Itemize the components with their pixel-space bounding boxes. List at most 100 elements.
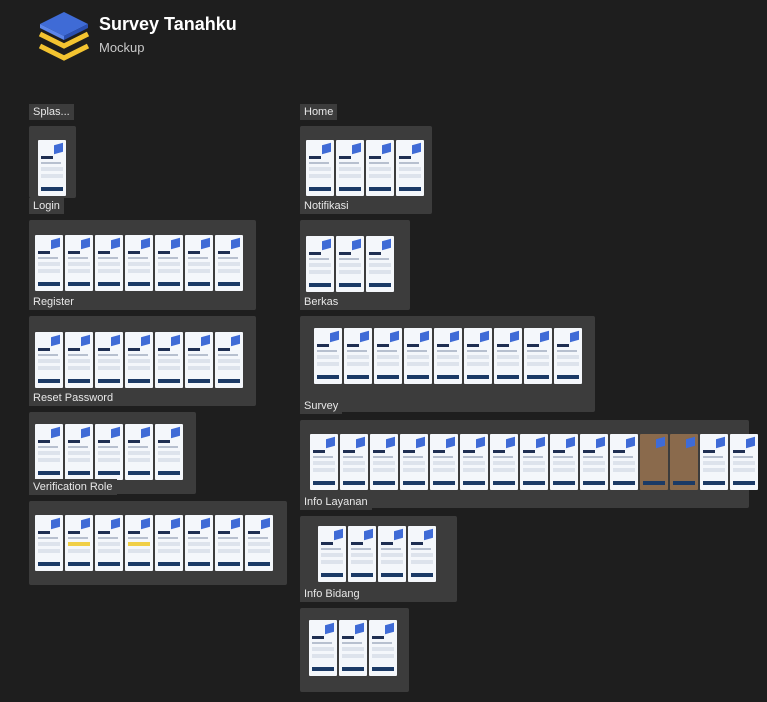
- screen-thumbnail[interactable]: [155, 235, 183, 291]
- screen-thumbnail[interactable]: [35, 515, 63, 571]
- layers-icon: [412, 142, 421, 155]
- screen-thumbnail[interactable]: [314, 328, 342, 384]
- screen-thumbnail[interactable]: [306, 140, 334, 196]
- screen-thumbnail[interactable]: [550, 434, 578, 490]
- screen-thumbnail[interactable]: [215, 332, 243, 388]
- screen-thumbnail[interactable]: [434, 328, 462, 384]
- screen-thumbnail[interactable]: [430, 434, 458, 490]
- screen-thumbnail[interactable]: [185, 332, 213, 388]
- screen-thumbnail[interactable]: [400, 434, 428, 490]
- screen-thumbnail[interactable]: [464, 328, 492, 384]
- screen-thumbnail[interactable]: [38, 140, 66, 196]
- screen-thumbnail[interactable]: [610, 434, 638, 490]
- section-label-login[interactable]: Login: [29, 198, 64, 214]
- thumb-field: [38, 366, 60, 370]
- screen-thumbnail[interactable]: [125, 424, 153, 480]
- screen-thumbnail[interactable]: [155, 515, 183, 571]
- screen-thumbnail[interactable]: [336, 140, 364, 196]
- screen-thumbnail[interactable]: [310, 434, 338, 490]
- screen-thumbnail[interactable]: [65, 515, 93, 571]
- screen-thumbnail[interactable]: [95, 515, 123, 571]
- frame-splash[interactable]: [29, 126, 76, 198]
- section-label-verification-role[interactable]: Verification Role: [29, 479, 117, 495]
- thumb-field: [313, 468, 335, 472]
- frame-verification-role[interactable]: [29, 501, 287, 585]
- screen-thumbnail[interactable]: [155, 332, 183, 388]
- screen-thumbnail[interactable]: [339, 620, 367, 676]
- thumb-button: [188, 379, 210, 383]
- screen-thumbnail[interactable]: [245, 515, 273, 571]
- screen-thumbnail[interactable]: [396, 140, 424, 196]
- section-label-home[interactable]: Home: [300, 104, 338, 120]
- screen-thumbnail[interactable]: [309, 620, 337, 676]
- screen-thumbnail[interactable]: [125, 515, 153, 571]
- screen-thumbnail[interactable]: [95, 332, 123, 388]
- screen-thumbnail[interactable]: [306, 236, 334, 292]
- screen-thumbnail[interactable]: [95, 424, 123, 480]
- screen-thumbnail[interactable]: [125, 332, 153, 388]
- screen-thumbnail[interactable]: [404, 328, 432, 384]
- screen-thumbnail[interactable]: [65, 235, 93, 291]
- screen-thumbnail[interactable]: [366, 236, 394, 292]
- screen-thumbnail[interactable]: [185, 515, 213, 571]
- thumb-text-line: [703, 456, 723, 458]
- screen-thumbnail[interactable]: [670, 434, 698, 490]
- screen-thumbnail[interactable]: [490, 434, 518, 490]
- screen-thumbnail[interactable]: [340, 434, 368, 490]
- screen-thumbnail[interactable]: [336, 236, 364, 292]
- screen-thumbnail[interactable]: [378, 526, 406, 582]
- screen-thumbnail[interactable]: [318, 526, 346, 582]
- screen-thumbnail[interactable]: [520, 434, 548, 490]
- frame-berkas[interactable]: [300, 316, 595, 412]
- section-label-reset-password[interactable]: Reset Password: [29, 390, 118, 406]
- screen-thumbnail[interactable]: [155, 424, 183, 480]
- screen-thumbnail[interactable]: [460, 434, 488, 490]
- layers-icon: [261, 517, 270, 530]
- screen-thumbnail[interactable]: [95, 235, 123, 291]
- section-label-info-layanan[interactable]: Info Layanan: [300, 494, 372, 510]
- screen-thumbnail[interactable]: [35, 235, 63, 291]
- screen-thumbnail[interactable]: [730, 434, 758, 490]
- screen-thumbnail[interactable]: [580, 434, 608, 490]
- screen-thumbnail[interactable]: [408, 526, 436, 582]
- screen-thumbnail[interactable]: [344, 328, 372, 384]
- screen-thumbnail[interactable]: [35, 424, 63, 480]
- screen-thumbnail[interactable]: [640, 434, 668, 490]
- thumb-title-line: [158, 348, 170, 351]
- section-label-notifikasi[interactable]: Notifikasi: [300, 198, 353, 214]
- screen-thumbnail[interactable]: [215, 515, 243, 571]
- frame-info-bidang[interactable]: [300, 608, 409, 692]
- thumb-text-line: [38, 257, 58, 259]
- screen-thumbnail[interactable]: [524, 328, 552, 384]
- section-label-berkas[interactable]: Berkas: [300, 294, 343, 310]
- section-label-info-bidang[interactable]: Info Bidang: [300, 586, 364, 602]
- thumb-text-line: [463, 456, 483, 458]
- thumb-field: [351, 553, 373, 557]
- screen-thumbnail[interactable]: [215, 235, 243, 291]
- layers-icon: [322, 238, 331, 251]
- section-label-register[interactable]: Register: [29, 294, 78, 310]
- thumb-text-line: [68, 537, 88, 539]
- layers-icon: [81, 237, 90, 250]
- screen-thumbnail[interactable]: [700, 434, 728, 490]
- screen-thumbnail[interactable]: [35, 332, 63, 388]
- screen-thumbnail[interactable]: [366, 140, 394, 196]
- screen-thumbnail[interactable]: [494, 328, 522, 384]
- thumb-button: [38, 562, 60, 566]
- screen-thumbnail[interactable]: [125, 235, 153, 291]
- screen-thumbnail[interactable]: [370, 434, 398, 490]
- screen-thumbnail[interactable]: [348, 526, 376, 582]
- screen-thumbnail[interactable]: [369, 620, 397, 676]
- screen-thumbnail[interactable]: [65, 424, 93, 480]
- thumb-text-line: [399, 162, 419, 164]
- layers-icon: [51, 517, 60, 530]
- layers-icon: [382, 238, 391, 251]
- screen-thumbnail[interactable]: [65, 332, 93, 388]
- thumb-text-line: [342, 642, 362, 644]
- screen-thumbnail[interactable]: [185, 235, 213, 291]
- thumb-field: [312, 654, 334, 658]
- screen-thumbnail[interactable]: [374, 328, 402, 384]
- section-label-splash[interactable]: Splas...: [29, 104, 74, 120]
- screen-thumbnail[interactable]: [554, 328, 582, 384]
- section-label-survey[interactable]: Survey: [300, 398, 343, 414]
